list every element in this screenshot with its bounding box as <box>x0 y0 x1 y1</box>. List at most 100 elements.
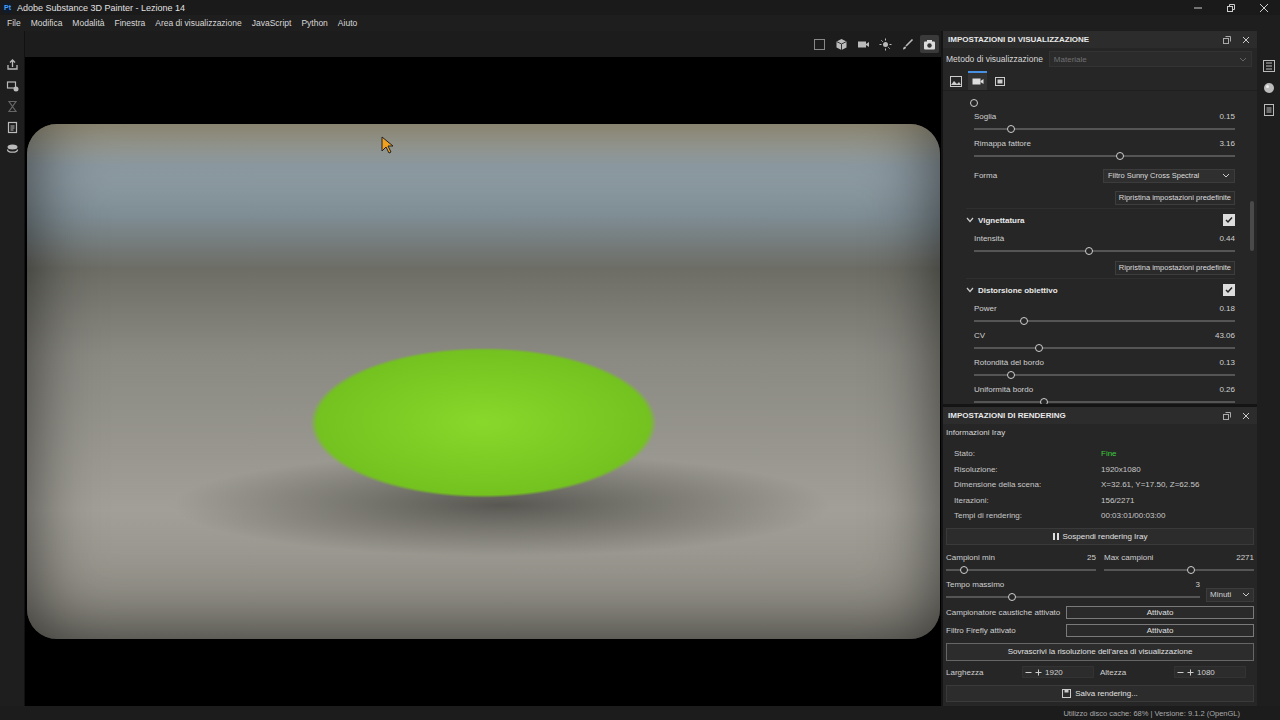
menu-item[interactable]: Area di visualizzazione <box>150 18 246 28</box>
display-tab[interactable] <box>990 71 1009 90</box>
viewport-tool[interactable] <box>898 35 917 53</box>
info-value: X=32.61, Y=17.50, Z=62.56 <box>1101 480 1257 489</box>
float-icon[interactable] <box>1223 36 1231 44</box>
display-settings-tool[interactable] <box>1261 59 1277 72</box>
display-tab[interactable] <box>968 71 987 90</box>
export-tool[interactable] <box>3 58 21 71</box>
menu-item[interactable]: File <box>2 18 26 28</box>
log-tool[interactable] <box>1261 103 1277 116</box>
section-header[interactable]: Vignettatura <box>966 208 1235 231</box>
toggle-button[interactable]: Attivato <box>1066 624 1254 637</box>
slider-value[interactable]: 0.44 <box>1219 234 1235 244</box>
minus-icon[interactable] <box>1025 669 1032 676</box>
slider-value[interactable]: 3 <box>1196 580 1200 590</box>
menu-item[interactable]: Modifica <box>26 18 68 28</box>
slider-thumb[interactable] <box>1020 317 1028 325</box>
section-checkbox[interactable] <box>1223 214 1235 226</box>
reset-defaults-button[interactable]: Ripristina impostazioni predefinite <box>1115 191 1235 205</box>
viewport-tool[interactable] <box>920 35 939 53</box>
slider-row: Rotondità del bordo 0.13 <box>974 355 1235 382</box>
slider-row: Intensità0.44 <box>974 231 1235 258</box>
slider-track[interactable] <box>974 152 1235 160</box>
slider[interactable] <box>974 91 1235 109</box>
material-tool[interactable] <box>3 142 21 155</box>
restore-button[interactable] <box>1214 0 1247 15</box>
section-checkbox[interactable] <box>1223 284 1235 296</box>
slider-label: Max campioni <box>1104 553 1153 563</box>
display-method-dropdown[interactable]: Materiale <box>1049 51 1252 67</box>
slider-thumb[interactable] <box>1007 371 1015 379</box>
slider-thumb[interactable] <box>1116 152 1124 160</box>
scrollbar[interactable] <box>1250 91 1254 402</box>
slider-thumb[interactable] <box>970 99 978 107</box>
slider-value[interactable]: 0.18 <box>1219 304 1235 314</box>
section-header[interactable]: Distorsione obiettivo <box>966 278 1235 301</box>
slider-track[interactable] <box>974 247 1235 255</box>
slider-track[interactable] <box>974 125 1235 133</box>
info-label: Stato: <box>954 449 1101 458</box>
slider-track[interactable] <box>946 593 1200 601</box>
slider-thumb[interactable] <box>960 566 968 574</box>
viewport-tool[interactable] <box>832 35 851 53</box>
slider-value[interactable]: 0.15 <box>1219 112 1235 122</box>
expand-chevron-icon <box>966 287 974 293</box>
menu-item[interactable]: Modalità <box>67 18 109 28</box>
menu-item[interactable]: Aiuto <box>333 18 362 28</box>
slider-label: Rimappa fattore <box>974 139 1031 149</box>
reset-defaults-button[interactable]: Ripristina impostazioni predefinite <box>1115 261 1235 275</box>
viewport-tool[interactable] <box>810 35 829 53</box>
bake-tool[interactable] <box>3 79 21 92</box>
toggle-button[interactable]: Attivato <box>1066 606 1254 619</box>
slider-value[interactable]: 25 <box>1087 553 1096 563</box>
slider-value[interactable]: 3.16 <box>1219 139 1235 149</box>
time-unit-dropdown[interactable]: Minuti <box>1206 588 1254 602</box>
height-value: 1080 <box>1197 668 1215 677</box>
info-row: Stato:Fine <box>954 446 1257 462</box>
hourglass-icon <box>6 100 19 113</box>
float-icon[interactable] <box>1223 412 1231 420</box>
scrollbar-thumb[interactable] <box>1250 201 1254 251</box>
viewport-tool[interactable] <box>876 35 895 53</box>
close-panel-icon[interactable] <box>1242 36 1250 44</box>
slider-value[interactable]: 0.13 <box>1219 358 1235 368</box>
menu-item[interactable]: Finestra <box>110 18 151 28</box>
save-render-button[interactable]: Salva rendering... <box>946 685 1254 702</box>
pause-render-button[interactable]: Sospendi rendering Iray <box>946 528 1254 545</box>
slider-value[interactable]: 2271 <box>1236 553 1254 563</box>
slider-track[interactable] <box>1104 566 1254 574</box>
menu-item[interactable]: Python <box>296 18 332 28</box>
viewer-icon <box>994 76 1006 87</box>
layers-tool[interactable] <box>3 100 21 113</box>
document-tool[interactable] <box>3 121 21 134</box>
minimize-button[interactable] <box>1181 0 1214 15</box>
slider-track[interactable] <box>974 371 1235 379</box>
slider-track[interactable] <box>974 398 1235 404</box>
plus-icon[interactable] <box>1035 669 1042 676</box>
display-tab[interactable] <box>946 71 965 90</box>
shader-tool[interactable] <box>1261 81 1277 94</box>
viewport[interactable] <box>24 31 941 706</box>
slider-thumb[interactable] <box>1187 566 1195 574</box>
slider-value[interactable]: 43.06 <box>1215 331 1235 341</box>
minus-icon[interactable] <box>1177 669 1184 676</box>
close-button[interactable] <box>1247 0 1280 15</box>
slider-thumb[interactable] <box>1085 247 1093 255</box>
plus-icon[interactable] <box>1187 669 1194 676</box>
slider-track[interactable] <box>974 344 1235 352</box>
slider-label: Rotondità del bordo <box>974 358 1044 368</box>
button-row: Ripristina impostazioni predefinite <box>974 188 1235 208</box>
height-field[interactable]: 1080 <box>1174 666 1246 678</box>
slider-thumb[interactable] <box>1008 593 1016 601</box>
width-field[interactable]: 1920 <box>1022 666 1094 678</box>
override-resolution-button[interactable]: Sovrascrivi la risoluzione dell'area di … <box>946 643 1254 661</box>
slider-thumb[interactable] <box>1007 125 1015 133</box>
close-panel-icon[interactable] <box>1242 412 1250 420</box>
slider-track[interactable] <box>946 566 1096 574</box>
slider-value[interactable]: 0.26 <box>1219 385 1235 395</box>
slider-thumb[interactable] <box>1040 398 1048 404</box>
viewport-tool[interactable] <box>854 35 873 53</box>
slider-thumb[interactable] <box>1035 344 1043 352</box>
menu-item[interactable]: JavaScript <box>247 18 297 28</box>
shape-dropdown[interactable]: Filtro Sunny Cross Spectral <box>1103 169 1235 183</box>
slider-track[interactable] <box>974 317 1235 325</box>
